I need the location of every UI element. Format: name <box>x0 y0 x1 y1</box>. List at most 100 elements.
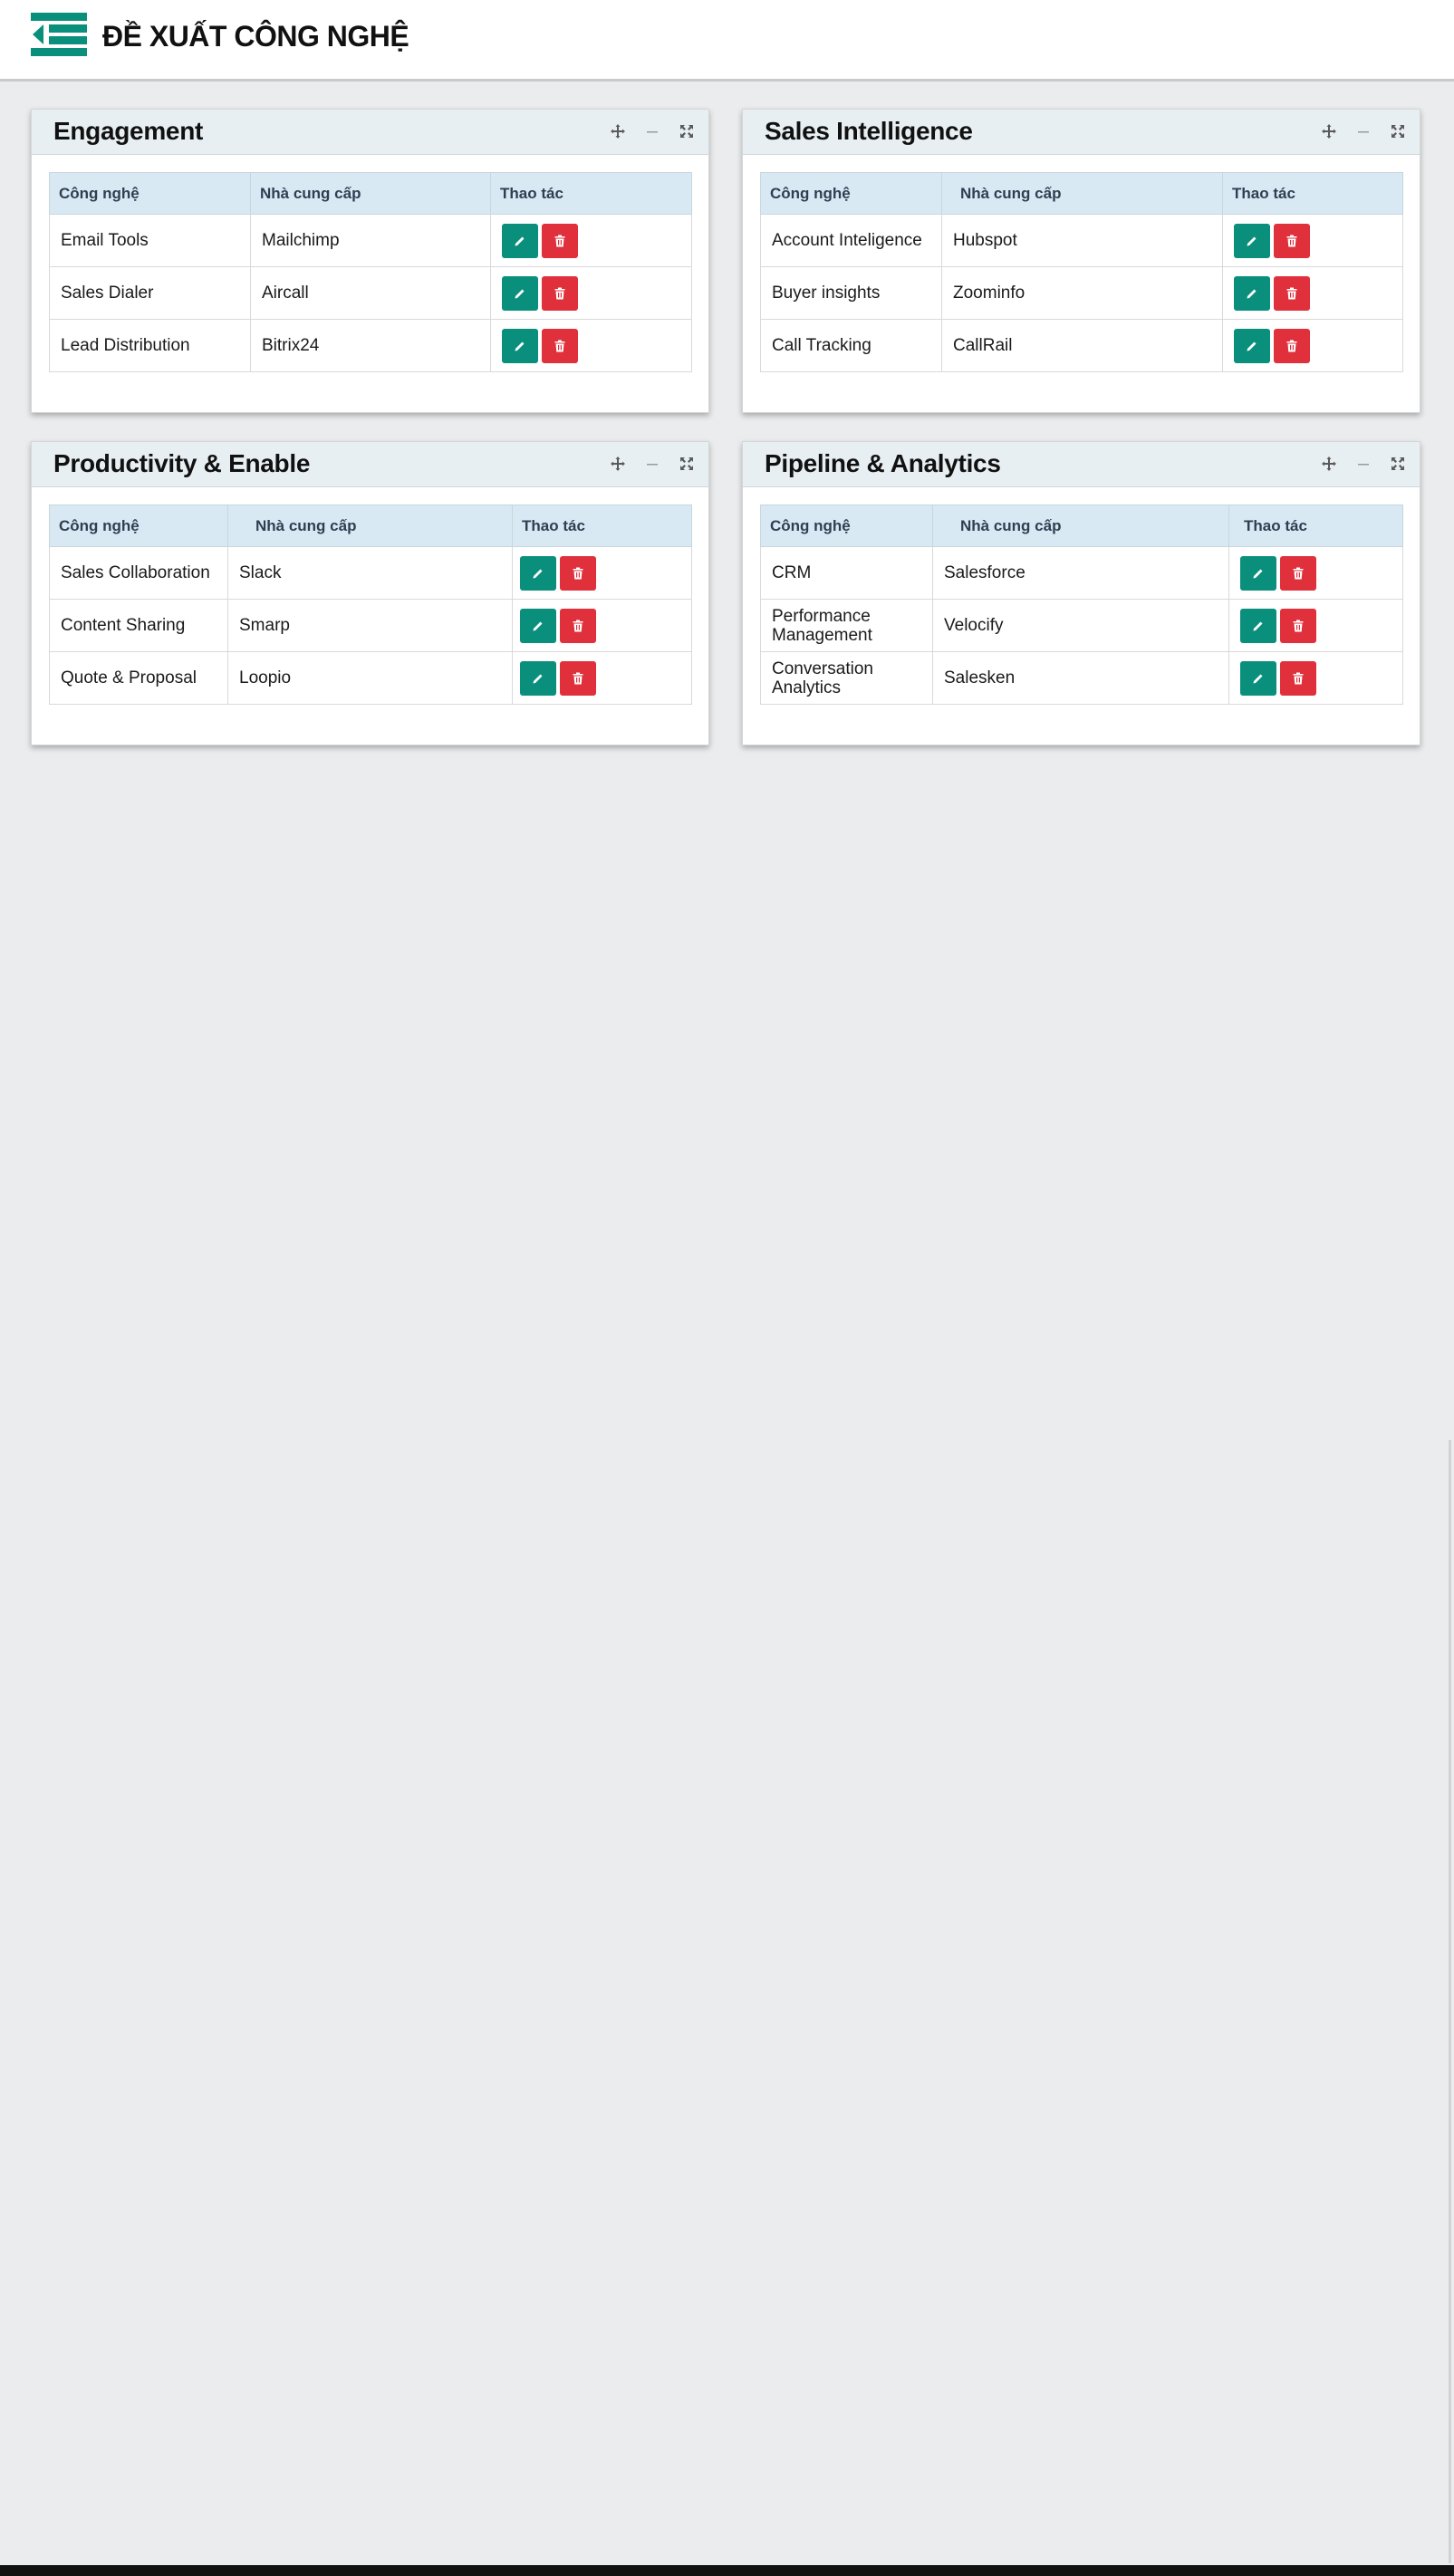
minimize-icon[interactable] <box>1354 455 1372 473</box>
vendor-cell: CallRail <box>941 319 1223 372</box>
column-header-actions: Thao tác <box>512 505 692 547</box>
delete-button[interactable] <box>1280 608 1316 643</box>
column-header-technology: Công nghệ <box>760 505 933 547</box>
actions-cell <box>490 266 692 320</box>
pencil-icon <box>533 569 543 578</box>
edit-button[interactable] <box>1240 555 1276 591</box>
delete-button[interactable] <box>542 328 578 363</box>
column-header-vendor: Nhà cung cấp <box>932 505 1229 547</box>
pencil-icon <box>1247 289 1257 298</box>
trash-icon <box>573 620 583 631</box>
delete-button[interactable] <box>560 555 596 591</box>
minimize-icon[interactable] <box>643 122 661 140</box>
edit-button[interactable] <box>520 608 556 643</box>
edit-button[interactable] <box>1240 660 1276 696</box>
column-header-actions: Thao tác <box>1222 172 1403 215</box>
vendor-cell: Salesken <box>932 651 1229 705</box>
edit-button[interactable] <box>502 223 538 258</box>
table-row: Call Tracking CallRail <box>760 319 1403 372</box>
trash-icon <box>1293 672 1304 684</box>
delete-button[interactable] <box>1274 275 1310 311</box>
expand-icon[interactable] <box>678 122 696 140</box>
table-row: CRM Salesforce <box>760 546 1403 600</box>
edit-button[interactable] <box>502 328 538 363</box>
edit-button[interactable] <box>1234 328 1270 363</box>
edit-button[interactable] <box>502 275 538 311</box>
technology-table: Công nghệ Nhà cung cấp Thao tác CRM Sale… <box>760 505 1403 705</box>
move-icon[interactable] <box>609 455 627 473</box>
vendor-cell: Mailchimp <box>250 214 491 267</box>
panel-title: Productivity & Enable <box>53 449 311 477</box>
actions-cell <box>1222 266 1403 320</box>
delete-button[interactable] <box>1274 328 1310 363</box>
delete-button[interactable] <box>1280 660 1316 696</box>
table-row: Content Sharing Smarp <box>49 599 692 652</box>
delete-button[interactable] <box>1274 223 1310 258</box>
menu-collapse-icon[interactable] <box>31 13 87 56</box>
technology-cell: Lead Distribution <box>49 319 251 372</box>
table-header-row: Công nghệ Nhà cung cấp Thao tác <box>49 505 692 547</box>
panel-header: Engagement <box>32 110 708 155</box>
technology-cell: Conversation Analytics <box>760 651 933 705</box>
edit-button[interactable] <box>520 660 556 696</box>
vendor-cell: Smarp <box>227 599 513 652</box>
table-row: Sales Collaboration Slack <box>49 546 692 600</box>
technology-cell: Sales Collaboration <box>49 546 228 600</box>
panel-title: Pipeline & Analytics <box>765 449 1001 477</box>
trash-icon <box>1286 340 1297 351</box>
delete-button[interactable] <box>542 223 578 258</box>
delete-button[interactable] <box>560 608 596 643</box>
edit-button[interactable] <box>1240 608 1276 643</box>
expand-icon[interactable] <box>1389 122 1407 140</box>
pencil-icon <box>515 289 525 298</box>
move-icon[interactable] <box>1320 455 1338 473</box>
panel-productivity-enable: Productivity & Enable Công nghệ Nhà cung… <box>31 441 709 745</box>
column-header-actions: Thao tác <box>490 172 692 215</box>
minimize-icon[interactable] <box>1354 122 1372 140</box>
minimize-icon[interactable] <box>643 455 661 473</box>
table-row: Quote & Proposal Loopio <box>49 651 692 705</box>
technology-cell: Buyer insights <box>760 266 942 320</box>
actions-cell <box>1222 319 1403 372</box>
panel-title: Engagement <box>53 117 204 145</box>
column-header-technology: Công nghệ <box>49 172 251 215</box>
panel-header: Productivity & Enable <box>32 442 708 487</box>
page-title: ĐỀ XUẤT CÔNG NGHỆ <box>102 20 409 53</box>
delete-button[interactable] <box>560 660 596 696</box>
trash-icon <box>1293 620 1304 631</box>
table-row: Sales Dialer Aircall <box>49 266 692 320</box>
edit-button[interactable] <box>520 555 556 591</box>
technology-table: Công nghệ Nhà cung cấp Thao tác Email To… <box>49 172 692 372</box>
technology-cell: Quote & Proposal <box>49 651 228 705</box>
edit-button[interactable] <box>1234 275 1270 311</box>
top-bar: ĐỀ XUẤT CÔNG NGHỆ <box>0 0 1454 82</box>
vendor-cell: Slack <box>227 546 513 600</box>
panel-sales-intelligence: Sales Intelligence Công nghệ Nhà cung cấ… <box>742 109 1420 413</box>
expand-icon[interactable] <box>1389 455 1407 473</box>
pencil-icon <box>515 341 525 351</box>
pencil-icon <box>1247 341 1257 351</box>
scroll-edge <box>1449 1440 1451 2563</box>
expand-icon[interactable] <box>678 455 696 473</box>
move-icon[interactable] <box>609 122 627 140</box>
technology-cell: Performance Management <box>760 599 933 652</box>
move-icon[interactable] <box>1320 122 1338 140</box>
table-row: Account Inteligence Hubspot <box>760 214 1403 267</box>
actions-cell <box>512 546 692 600</box>
table-row: Email Tools Mailchimp <box>49 214 692 267</box>
technology-cell: CRM <box>760 546 933 600</box>
delete-button[interactable] <box>1280 555 1316 591</box>
edit-button[interactable] <box>1234 223 1270 258</box>
panel-header: Sales Intelligence <box>743 110 1420 155</box>
vendor-cell: Zoominfo <box>941 266 1223 320</box>
vendor-cell: Salesforce <box>932 546 1229 600</box>
trash-icon <box>554 340 565 351</box>
table-row: Lead Distribution Bitrix24 <box>49 319 692 372</box>
panel-header: Pipeline & Analytics <box>743 442 1420 487</box>
actions-cell <box>1228 546 1403 600</box>
vendor-cell: Hubspot <box>941 214 1223 267</box>
trash-icon <box>573 672 583 684</box>
delete-button[interactable] <box>542 275 578 311</box>
table-row: Performance Management Velocify <box>760 599 1403 652</box>
actions-cell <box>490 214 692 267</box>
